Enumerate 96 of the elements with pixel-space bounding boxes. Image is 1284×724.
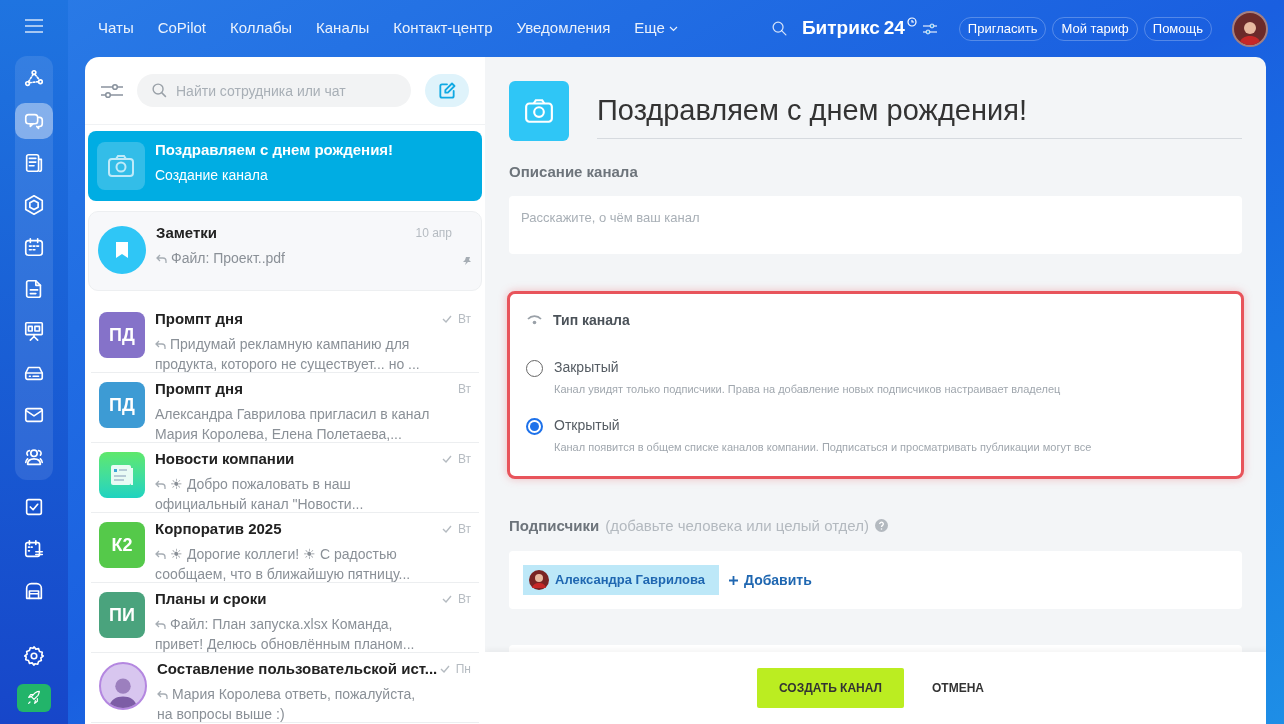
chat-title: Корпоратив 2025: [155, 519, 283, 539]
logo-number: 24: [883, 16, 905, 41]
logo-text: Битрикс: [801, 16, 880, 41]
chevron-down-icon: [668, 25, 678, 32]
chat-title: Поздравляем с днем рождения!: [155, 140, 395, 160]
calendar-icon: [23, 236, 45, 258]
reply-icon: [155, 619, 166, 630]
chat-item[interactable]: Заметки 10 апр Файл: Проект..pdf: [88, 211, 482, 291]
search-icon: [151, 82, 168, 99]
chat-title: Составление пользовательской ист...: [157, 659, 439, 679]
chat-time: Вт: [457, 381, 471, 399]
option-hint: Канал увидят только подписчики. Права на добавление новых подписчиков настраивает владелец: [554, 381, 1061, 397]
chat-item[interactable]: ПИ Планы и сроки Вт Файл: План запуска.xlsx Команда, привет! Делюсь обновлённым планом...: [91, 583, 479, 653]
channel-title-field[interactable]: Поздравляем с днем рождения!: [597, 83, 1242, 139]
nav-link[interactable]: Коллабы: [230, 17, 292, 40]
pin-icon: [462, 256, 472, 266]
description-field[interactable]: Расскажите, о чём ваш канал: [509, 195, 1242, 254]
rocket-icon: [26, 690, 42, 706]
presentation-board-icon: [23, 320, 45, 342]
cancel-button[interactable]: ОТМЕНА: [922, 668, 994, 708]
clock-icon: [906, 17, 917, 28]
calendar-list-icon: [23, 538, 45, 560]
chat-item[interactable]: ПД Промпт дня Вт Александра Гаврилова пригласил в канал Мария Королева, Елена Полетаева,...: [91, 373, 479, 443]
option-hint: Канал появится в общем списке каналов компании. Подписаться и просматривать публикации могут все: [554, 440, 1092, 455]
chat-preview: Файл: План запуска.xlsx Команда, привет! Делюсь обновлённым планом...: [155, 614, 416, 654]
create-channel-button[interactable]: СОЗДАТЬ КАНАЛ: [757, 668, 904, 708]
chat-preview: Файл: Проект..pdf: [156, 247, 452, 268]
chat-avatar: ПД: [99, 382, 145, 428]
chat-title: Заметки: [156, 223, 219, 243]
chat-avatar: ПИ: [99, 592, 145, 638]
chat-avatar: К2: [99, 522, 145, 568]
more-menu-button[interactable]: Еще: [634, 17, 678, 40]
camera-icon: [107, 154, 135, 178]
reply-icon: [157, 689, 168, 700]
subscriber-chip[interactable]: Александра Гаврилова: [523, 565, 719, 595]
chat-avatar: ПД: [99, 312, 145, 358]
chat-preview: ☀ Добро пожаловать в наш официальный канал "Новости...: [155, 474, 365, 514]
warehouse-icon: [23, 580, 45, 602]
chat-time: Вт: [457, 591, 471, 609]
people-icon: [23, 446, 45, 468]
chat-preview: Придумай рекламную кампанию для продукта, которого не существует... но ...: [155, 334, 421, 374]
reply-icon: [155, 549, 166, 560]
search-button[interactable]: [770, 20, 788, 37]
chat-time: Пн: [455, 661, 471, 679]
option-label[interactable]: Открытый: [554, 415, 1092, 436]
bookmark-icon: [115, 241, 129, 259]
radio-button[interactable]: [526, 418, 543, 435]
chat-preview: Александра Гаврилова пригласил в канал Мария Королева, Елена Полетаева,...: [155, 404, 431, 444]
reply-icon: [155, 339, 166, 350]
plus-icon: [729, 575, 738, 585]
reply-icon: [156, 253, 167, 264]
chat-preview: ☀ Дорогие коллеги! ☀ С радостью сообщаем, что в ближайшую пятницу...: [155, 544, 412, 584]
camera-icon: [524, 98, 554, 124]
chat-title: Промпт дня: [155, 309, 244, 329]
chat-item[interactable]: К2 Корпоратив 2025 Вт ☀ Дорогие коллеги! ☀ С радостью сообщаем, что в ближайшую пятницу...: [91, 513, 479, 583]
nav-link[interactable]: Уведомления: [516, 17, 611, 40]
rocket-button[interactable]: [17, 684, 51, 712]
chat-item[interactable]: ПД Промпт дня Вт Придумай рекламную кампанию для продукта, которого не существует... но ...: [91, 303, 479, 373]
chat-time: 10 апр: [415, 225, 452, 243]
chat-item[interactable]: Новости компании Вт ☀ Добро пожаловать в наш официальный канал "Новости...: [91, 443, 479, 513]
reply-icon: [155, 479, 166, 490]
chat-time: Вт: [457, 521, 471, 539]
checkbox-icon: [23, 496, 45, 518]
chat-time: Вт: [457, 311, 471, 329]
signal-icon: [526, 315, 543, 325]
user-avatar[interactable]: [1232, 10, 1268, 47]
nav-link[interactable]: Чаты: [98, 17, 134, 40]
menu-button[interactable]: [22, 16, 46, 36]
edit-icon: [437, 80, 457, 101]
subscriber-name: Александра Гаврилова: [555, 571, 706, 590]
field-label: Подписчики: [509, 515, 600, 536]
chat-title: Промпт дня: [155, 379, 244, 399]
chat-item[interactable]: Составление пользовательской ист... Пн Мария Королева ответь, пожалуйста, на вопросы выше :): [91, 653, 479, 723]
option-label[interactable]: Закрытый: [554, 356, 1061, 378]
new-chat-button[interactable]: [425, 74, 469, 107]
card-title: Тип канала: [553, 310, 630, 330]
settings-sliders-button[interactable]: [922, 22, 937, 35]
person-silhouette-icon: [529, 570, 549, 590]
search-field[interactable]: Найти сотрудника или чат: [137, 74, 411, 107]
chat-title: Новости компании: [155, 449, 296, 469]
hexagon-icon: [23, 194, 45, 216]
nav-link[interactable]: CoPilot: [157, 17, 207, 40]
newspaper-icon: [109, 463, 135, 487]
newspaper-icon: [23, 152, 45, 174]
filter-button[interactable]: [101, 81, 123, 100]
field-label: Описание канала: [509, 162, 639, 182]
gear-icon: [23, 645, 45, 667]
nav-link[interactable]: Каналы: [316, 17, 370, 40]
chat-time: Вт: [457, 451, 471, 469]
add-subscriber-link[interactable]: Добавить: [729, 569, 812, 591]
chat-preview: Мария Королева ответь, пожалуйста, на вопросы выше :): [157, 684, 417, 724]
nav-link[interactable]: Контакт-центр: [393, 17, 493, 40]
field-hint: (добавьте человека или целый отдел): [605, 515, 869, 536]
sidebar-item[interactable]: [15, 103, 53, 139]
chat-title: Планы и сроки: [155, 589, 268, 609]
chat-preview: Создание канала: [155, 165, 269, 185]
